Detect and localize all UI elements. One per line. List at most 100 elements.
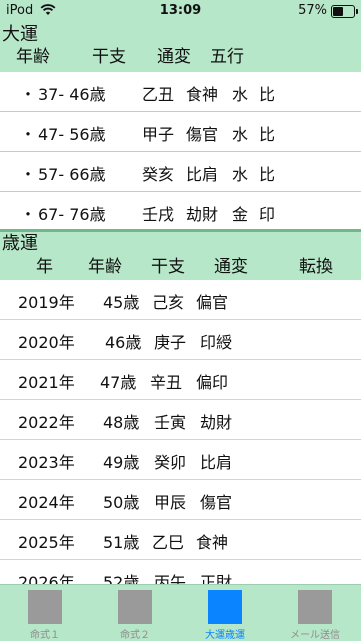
row-gogyo: 水 (232, 85, 249, 104)
row-age: 52歳 (103, 573, 140, 584)
row-year: 2020年 (18, 333, 75, 352)
daiun-list: ・ 37- 46歳 乙丑 食神 水 比 ・ 47- 56歳 甲子 傷官 水 比 … (0, 72, 361, 232)
daiun-header-kanshi: 干支 (92, 47, 126, 67)
battery-icon (331, 5, 358, 18)
tab-meishiki-2-icon (118, 590, 152, 624)
row-bullet: ・ (20, 125, 37, 144)
row-tsuhen: 食神 (196, 533, 229, 552)
tab-label: 大運歳運 (205, 630, 245, 641)
row-hi: 比 (259, 125, 276, 144)
tab-meishiki-1[interactable]: 命式１ (0, 585, 90, 641)
daiun-header-gogyo: 五行 (210, 47, 244, 67)
daiun-row[interactable]: ・ 57- 66歳 癸亥 比肩 水 比 (0, 152, 361, 192)
row-age: 47歳 (100, 373, 137, 392)
row-gogyo: 水 (232, 165, 249, 184)
row-kanshi: 乙巳 (152, 533, 185, 552)
tab-label: 命式２ (120, 630, 150, 641)
row-age: 47- 56歳 (38, 125, 106, 144)
row-tsuhen: 劫財 (200, 413, 233, 432)
daiun-row[interactable]: ・ 47- 56歳 甲子 傷官 水 比 (0, 112, 361, 152)
daiun-row[interactable]: ・ 67- 76歳 壬戌 劫財 金 印 (0, 192, 361, 232)
saiun-header-tenkan: 転換 (299, 257, 333, 277)
daiun-row[interactable]: ・ 37- 46歳 乙丑 食神 水 比 (0, 72, 361, 112)
row-kanshi: 辛丑 (150, 373, 183, 392)
tab-daiun-saiun-icon (208, 590, 242, 624)
tab-bar: 命式１ 命式２ 大運歳運 メール送信 (0, 584, 361, 641)
row-bullet: ・ (20, 205, 37, 224)
saiun-row[interactable]: 2021年 47歳 辛丑 偏印 (0, 360, 361, 400)
row-hi: 比 (259, 85, 276, 104)
battery-fill (333, 7, 344, 16)
tab-meishiki-1-icon (28, 590, 62, 624)
row-year: 2023年 (18, 453, 75, 472)
row-age: 67- 76歳 (38, 205, 106, 224)
tab-label: 命式１ (30, 630, 60, 641)
tab-label: メール送信 (290, 630, 340, 641)
row-gogyo: 金 (232, 205, 249, 224)
saiun-header-row: 年 年齢 干支 通変 転換 (0, 257, 361, 277)
row-year: 2022年 (18, 413, 75, 432)
row-kanshi: 庚子 (154, 333, 187, 352)
tab-mail-send[interactable]: メール送信 (270, 585, 360, 641)
row-tsuhen: 劫財 (186, 205, 219, 224)
saiun-row[interactable]: 2020年 46歳 庚子 印綬 (0, 320, 361, 360)
row-gogyo: 水 (232, 125, 249, 144)
saiun-title: 歳運 (2, 233, 38, 254)
row-age: 49歳 (103, 453, 140, 472)
row-tsuhen: 傷官 (200, 493, 233, 512)
tab-meishiki-2[interactable]: 命式２ (90, 585, 180, 641)
battery-nub (356, 9, 358, 14)
status-bar: iPod 13:09 57% (0, 0, 361, 22)
saiun-header-tsuhen: 通変 (214, 257, 248, 277)
row-year: 2021年 (18, 373, 75, 392)
row-age: 45歳 (103, 293, 140, 312)
row-age: 57- 66歳 (38, 165, 106, 184)
row-kanshi: 己亥 (152, 293, 185, 312)
row-year: 2024年 (18, 493, 75, 512)
row-tsuhen: 印綬 (200, 333, 233, 352)
row-kanshi: 癸卯 (154, 453, 187, 472)
battery-percent: 57% (298, 3, 327, 18)
row-bullet: ・ (20, 85, 37, 104)
row-age: 51歳 (103, 533, 140, 552)
saiun-header-year: 年 (36, 257, 53, 277)
daiun-header-tsuhen: 通変 (157, 47, 191, 67)
row-tsuhen: 傷官 (186, 125, 219, 144)
row-kanshi: 丙午 (154, 573, 187, 584)
row-year: 2025年 (18, 533, 75, 552)
daiun-title: 大運 (2, 24, 38, 45)
saiun-row[interactable]: 2023年 49歳 癸卯 比肩 (0, 440, 361, 480)
saiun-header-kanshi: 干支 (151, 257, 185, 277)
daiun-header-row: 年齢 干支 通変 五行 (0, 47, 361, 67)
row-age: 37- 46歳 (38, 85, 106, 104)
row-kanshi: 甲子 (142, 125, 175, 144)
row-tsuhen: 比肩 (186, 165, 219, 184)
row-hi: 印 (259, 205, 276, 224)
saiun-row[interactable]: 2025年 51歳 乙巳 食神 (0, 520, 361, 560)
daiun-header-age: 年齢 (16, 47, 50, 67)
row-age: 48歳 (103, 413, 140, 432)
row-year: 2026年 (18, 573, 75, 584)
row-tsuhen: 偏印 (196, 373, 229, 392)
saiun-row[interactable]: 2026年 52歳 丙午 正財 (0, 560, 361, 584)
row-kanshi: 乙丑 (142, 85, 175, 104)
row-year: 2019年 (18, 293, 75, 312)
saiun-list[interactable]: 2019年 45歳 己亥 偏官 2020年 46歳 庚子 印綬 2021年 47… (0, 280, 361, 584)
row-kanshi: 壬寅 (154, 413, 187, 432)
row-bullet: ・ (20, 165, 37, 184)
row-tsuhen: 偏官 (196, 293, 229, 312)
saiun-row[interactable]: 2024年 50歳 甲辰 傷官 (0, 480, 361, 520)
row-tsuhen: 食神 (186, 85, 219, 104)
saiun-row[interactable]: 2019年 45歳 己亥 偏官 (0, 280, 361, 320)
row-tsuhen: 比肩 (200, 453, 233, 472)
saiun-row[interactable]: 2022年 48歳 壬寅 劫財 (0, 400, 361, 440)
row-kanshi: 癸亥 (142, 165, 175, 184)
row-hi: 比 (259, 165, 276, 184)
tab-mail-send-icon (298, 590, 332, 624)
saiun-header-age: 年齢 (88, 257, 122, 277)
row-age: 50歳 (103, 493, 140, 512)
row-tsuhen: 正財 (200, 573, 233, 584)
tab-daiun-saiun[interactable]: 大運歳運 (180, 585, 270, 641)
row-kanshi: 甲辰 (154, 493, 187, 512)
row-age: 46歳 (105, 333, 142, 352)
